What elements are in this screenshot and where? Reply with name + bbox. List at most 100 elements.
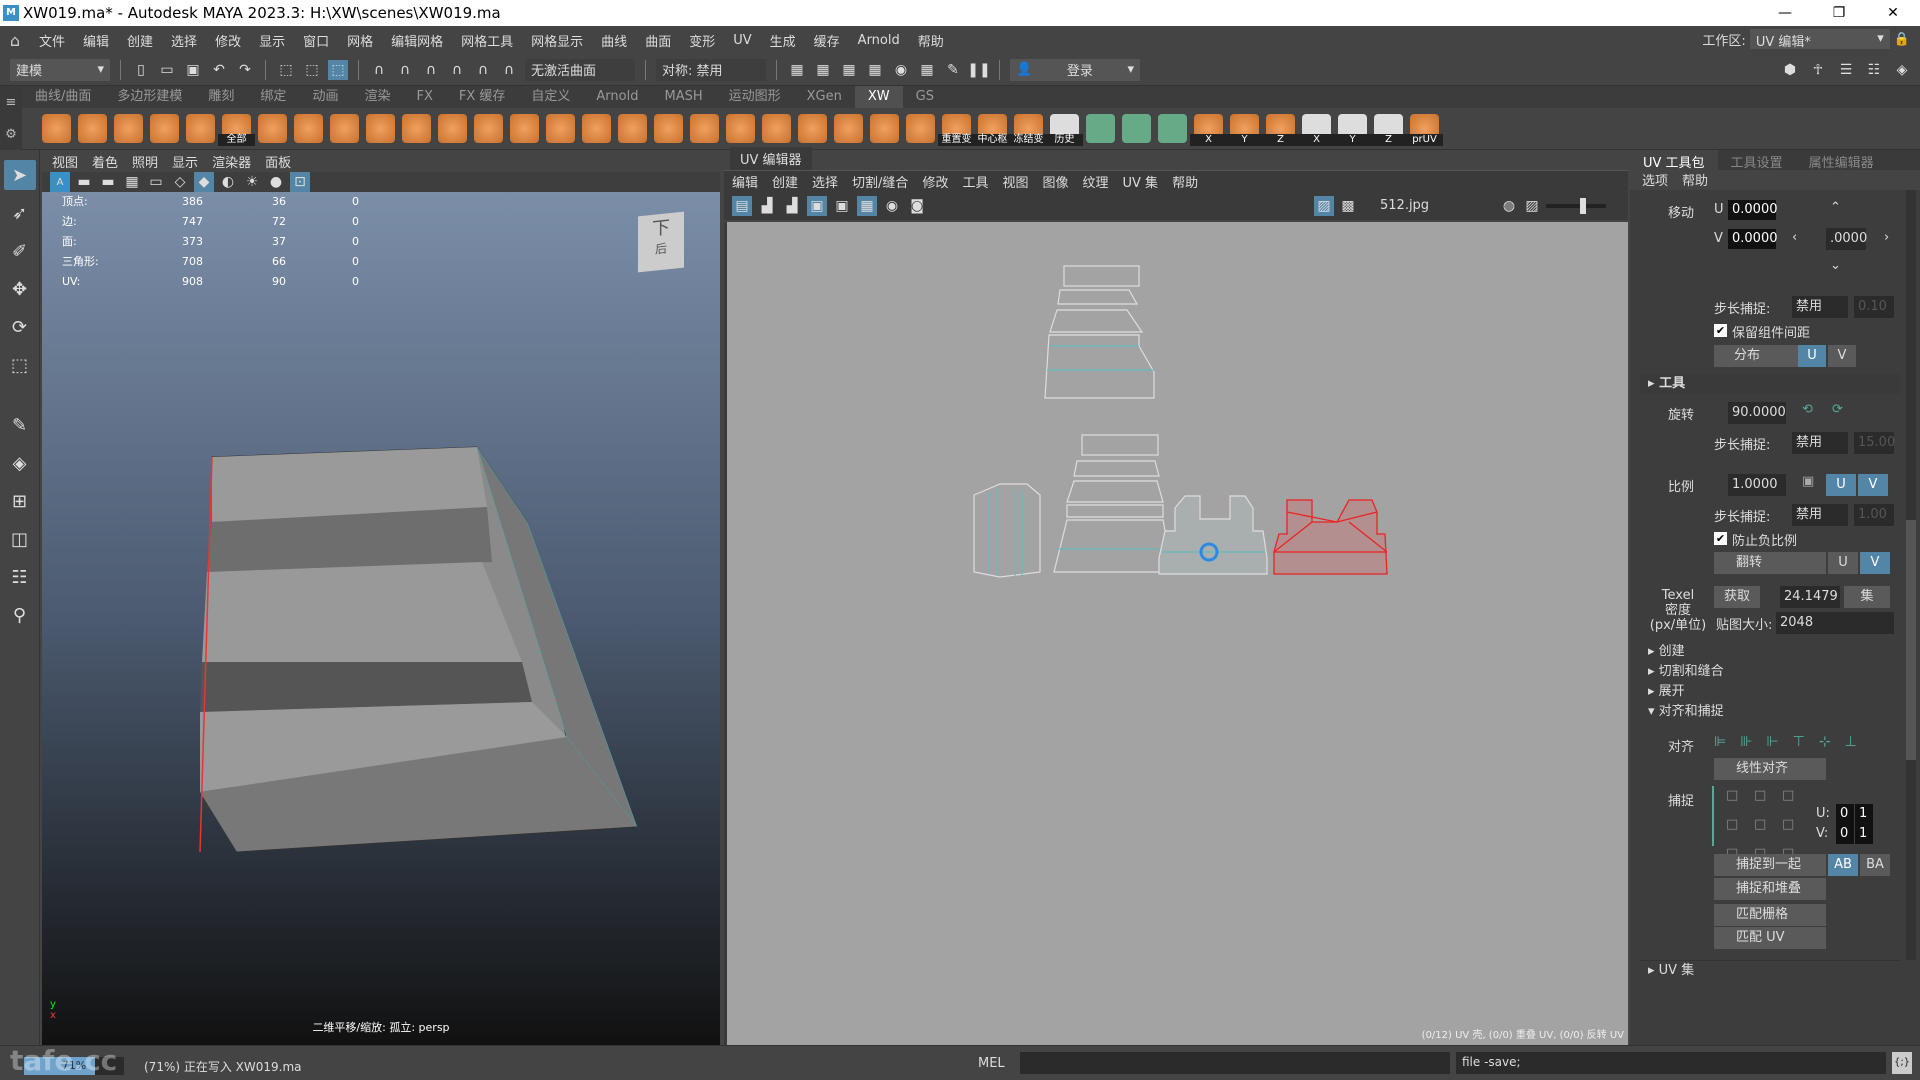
match-uv-button[interactable]: 匹配 UV (1714, 927, 1826, 949)
uv-menu-select[interactable]: 选择 (812, 172, 838, 191)
tab-attribute-editor[interactable]: 属性编辑器 (1796, 150, 1887, 171)
align-right-icon[interactable]: ⊩ (1766, 734, 1778, 750)
symmetry-dropdown[interactable]: 对称: 禁用 (656, 58, 766, 81)
smooth-shade-icon[interactable]: ◆ (194, 172, 214, 192)
grid-toggle-icon[interactable]: ▦ (122, 172, 142, 192)
rp-menu-help[interactable]: 帮助 (1682, 170, 1708, 190)
knife-icon[interactable] (762, 114, 791, 143)
modeling-toolkit-icon[interactable]: ⬢ (1780, 60, 1800, 80)
map-size-field[interactable]: 2048 (1776, 612, 1894, 634)
channel-box-icon[interactable]: ☰ (1836, 60, 1856, 80)
image-display-icon[interactable]: ▨ (1522, 196, 1542, 216)
uv-menu-create[interactable]: 创建 (772, 172, 798, 191)
distribute-u-button[interactable]: U (1798, 345, 1826, 367)
axis-icon[interactable]: 冻结变 (1010, 114, 1047, 146)
snap-grid-icon[interactable]: ∩ (369, 60, 389, 80)
shelf-tab-mash[interactable]: MASH (651, 86, 715, 108)
shell-icon[interactable] (798, 114, 827, 143)
rotate-ccw-icon[interactable]: ⟲ (1802, 402, 1813, 417)
linear-align-button[interactable]: 线性对齐 (1714, 758, 1826, 780)
ipr-render-icon[interactable]: ▦ (839, 60, 859, 80)
uv-border-icon[interactable]: ▣ (832, 196, 852, 216)
edit-icon[interactable]: X (1298, 114, 1335, 146)
render-setup-icon[interactable]: ▦ (917, 60, 937, 80)
uv-chain-icon[interactable] (186, 114, 215, 143)
maximize-button[interactable]: ❐ (1812, 0, 1866, 26)
vp-menu-renderer[interactable]: 渲染器 (212, 152, 251, 171)
move-right-icon[interactable]: › (1884, 230, 1889, 245)
mode-dropdown[interactable]: 建模 ▾ (10, 58, 110, 81)
stack-icon[interactable] (582, 114, 611, 143)
move-v-field[interactable]: 0.0000 (1728, 229, 1778, 249)
menu-mesh-tools[interactable]: 网格工具 (452, 31, 522, 50)
uv-menu-textures[interactable]: 纹理 (1083, 172, 1109, 191)
menu-create[interactable]: 创建 (118, 31, 162, 50)
mirror-icon[interactable]: X (1190, 114, 1227, 146)
move-step-snap-dropdown[interactable]: 禁用 (1792, 296, 1848, 318)
snap-v-max[interactable]: 1 (1855, 824, 1873, 844)
ring-icon[interactable] (1158, 114, 1187, 143)
uv-pixel-snap-icon[interactable]: ◉ (882, 196, 902, 216)
rotate-tool-icon[interactable]: ⟳ (4, 312, 36, 342)
snap-tc-checkbox[interactable]: □ (1754, 788, 1782, 803)
uv-shell-select-icon[interactable]: ▤ (732, 196, 752, 216)
character-controls-icon[interactable]: ☥ (1808, 60, 1828, 80)
scale-step-snap-dropdown[interactable]: 禁用 (1792, 504, 1848, 526)
flip-button[interactable]: 翻转 (1714, 552, 1826, 574)
lights-icon[interactable]: ☀ (242, 172, 262, 192)
four-view-icon[interactable]: ⊞ (4, 486, 36, 516)
move-up-icon[interactable]: ⌃ (1830, 200, 1841, 215)
paint-select-icon[interactable]: ✐ (4, 236, 36, 266)
uv-shells[interactable] (727, 222, 1631, 1045)
select-all-icon[interactable]: 全部 (218, 114, 255, 146)
shelf-tab-poly[interactable]: 多边形建模 (104, 86, 195, 108)
shelf-settings-icon[interactable]: ⚙ (5, 127, 17, 142)
align-top-icon[interactable]: ⊤ (1793, 734, 1805, 750)
section-unfold[interactable]: ▸ 展开 (1640, 682, 1685, 702)
scale-v-button[interactable]: V (1858, 474, 1888, 496)
uv-canvas[interactable]: (0/12) UV 壳, (0/0) 重叠 UV, (0/0) 反转 UV (724, 222, 1628, 1045)
extrude-icon[interactable] (546, 114, 575, 143)
snap-point-icon[interactable]: ∩ (421, 60, 441, 80)
uv-path-icon[interactable] (618, 114, 647, 143)
snap-u-min[interactable]: 0 (1836, 804, 1854, 824)
snap-view-icon[interactable]: ∩ (447, 60, 467, 80)
edit-icon[interactable]: Y (1334, 114, 1371, 146)
checker-icon[interactable] (1086, 114, 1115, 143)
snap-mr-checkbox[interactable]: □ (1782, 817, 1810, 832)
close-button[interactable]: ✕ (1866, 0, 1920, 26)
snap-ml-checkbox[interactable]: □ (1726, 817, 1754, 832)
bevel-cube-icon[interactable] (510, 114, 539, 143)
shelf-tab-xw[interactable]: XW (854, 86, 903, 108)
snap-tl-checkbox[interactable]: □ (1726, 788, 1754, 803)
rotate-step-snap-dropdown[interactable]: 禁用 (1792, 432, 1848, 454)
snap-ab-button[interactable]: AB (1828, 854, 1858, 876)
tab-uv-toolkit[interactable]: UV 工具包 (1630, 150, 1718, 171)
menu-edit-mesh[interactable]: 编辑网格 (382, 31, 452, 50)
uv-menu-modify[interactable]: 修改 (922, 172, 948, 191)
outliner-layout-icon[interactable]: ☷ (4, 562, 36, 592)
uv-shade-icon[interactable]: ▟ (782, 196, 802, 216)
section-cut-sew[interactable]: ▸ 切割和缝合 (1640, 662, 1724, 682)
uv-grid-icon[interactable]: ▦ (857, 196, 877, 216)
select-tool-icon[interactable]: ➤ (3, 160, 36, 190)
menu-arnold[interactable]: Arnold (849, 33, 909, 48)
snap-stack-button[interactable]: 捕捉和堆叠 (1714, 878, 1826, 900)
scale-tool-icon[interactable]: ⬚ (4, 350, 36, 380)
live-surface-field[interactable]: 无激活曲面 (525, 58, 635, 81)
rotate-field[interactable]: 90.0000 (1728, 402, 1786, 424)
two-view-icon[interactable]: ◫ (4, 524, 36, 554)
flip-v-button[interactable]: V (1860, 552, 1890, 574)
snap-curve-icon[interactable]: ∩ (395, 60, 415, 80)
wire-cube-icon[interactable] (150, 114, 179, 143)
distribute-button[interactable]: 分布 (1714, 345, 1798, 367)
section-uv-sets[interactable]: ▸ UV 集 (1640, 960, 1900, 980)
snap-together-button[interactable]: 捕捉到一起 (1714, 854, 1826, 876)
rotate-cw-icon[interactable]: ⟳ (1832, 402, 1843, 417)
move-u-field[interactable]: 0.0000 (1728, 200, 1778, 220)
attribute-editor-icon[interactable]: ☷ (1864, 60, 1884, 80)
hypershade-icon[interactable]: ◉ (891, 60, 911, 80)
vp-menu-show[interactable]: 显示 (172, 152, 198, 171)
login-dropdown[interactable]: 👤 登录 ▾ (1010, 58, 1140, 81)
scale-lock-icon[interactable]: ▣ (1802, 474, 1814, 489)
